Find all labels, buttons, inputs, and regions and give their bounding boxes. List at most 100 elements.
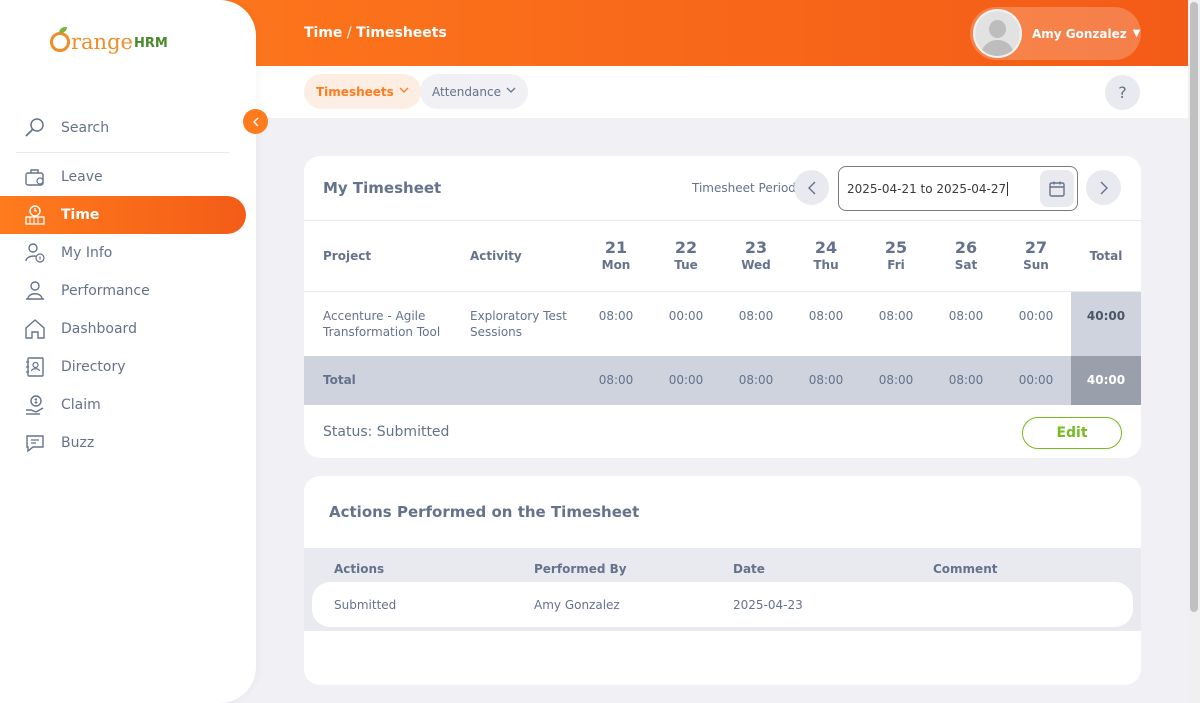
- text-cursor: [1007, 181, 1009, 196]
- sidebar-collapse-button[interactable]: [243, 109, 268, 134]
- breadcrumb: Time / Timesheets: [304, 25, 447, 41]
- column-header-day: 27 Sun: [1006, 238, 1066, 272]
- day-total-cell: 08:00: [808, 373, 844, 387]
- search-icon: [24, 117, 46, 139]
- action-cell: Submitted: [334, 598, 397, 612]
- column-header-performed-by: Performed By: [534, 562, 627, 576]
- timesheet-total-row: Total 08:00 00:00 08:00 08:00 08:00 08:0…: [304, 356, 1141, 405]
- hours-cell: 00:00: [1018, 309, 1054, 323]
- column-header-date: Date: [733, 562, 765, 576]
- grand-total-cell: 40:00: [1086, 373, 1126, 387]
- actions-title: Actions Performed on the Timesheet: [329, 503, 640, 521]
- column-header-total: Total: [1089, 249, 1123, 263]
- breadcrumb-separator: /: [342, 25, 357, 41]
- tab-timesheets-label: Timesheets: [316, 84, 394, 99]
- page-scrollbar[interactable]: [1188, 0, 1200, 703]
- sidebar-item-label: Leave: [61, 169, 103, 185]
- sidebar-item-time[interactable]: Time: [0, 196, 246, 234]
- hours-cell: 00:00: [668, 309, 704, 323]
- timesheet-period-input[interactable]: 2025-04-21 to 2025-04-27: [838, 166, 1078, 211]
- logo-orange-icon: [50, 27, 70, 52]
- edit-button[interactable]: Edit: [1022, 417, 1122, 449]
- sidebar-item-my-info[interactable]: My Info: [0, 234, 256, 272]
- day-total-cell: 00:00: [668, 373, 704, 387]
- row-total-cell-bg: [1071, 292, 1141, 356]
- tab-attendance[interactable]: Attendance: [420, 74, 528, 109]
- timesheet-status: Status: Submitted: [323, 424, 450, 440]
- column-header-day: 21 Mon: [586, 238, 646, 272]
- day-total-cell: 08:00: [738, 373, 774, 387]
- claim-icon: [24, 394, 46, 416]
- day-total-cell: 00:00: [1018, 373, 1054, 387]
- breadcrumb-module: Time: [304, 25, 343, 41]
- column-header-day: 24 Thu: [796, 238, 856, 272]
- actions-card: Actions Performed on the Timesheet Actio…: [304, 476, 1141, 685]
- column-header-day: 22 Tue: [656, 238, 716, 272]
- sidebar-item-leave[interactable]: Leave: [0, 158, 256, 196]
- sidebar-item-claim[interactable]: Claim: [0, 386, 256, 424]
- column-header-actions: Actions: [334, 562, 385, 576]
- next-period-button[interactable]: [1086, 170, 1121, 205]
- sidebar-search[interactable]: Search: [0, 106, 256, 150]
- day-name: Tue: [674, 258, 698, 272]
- project-name-line: Transformation Tool: [323, 325, 441, 339]
- time-icon: [24, 204, 46, 226]
- sidebar-item-directory[interactable]: Directory: [0, 348, 256, 386]
- project-cell: Accenture - Agile Transformation Tool: [323, 308, 440, 340]
- sidebar: range HRM Search Leave Time My Info Perf…: [0, 0, 256, 703]
- scrollbar-thumb[interactable]: [1190, 2, 1198, 612]
- day-name: Thu: [813, 258, 839, 272]
- chevron-left-icon: [252, 117, 258, 126]
- timesheet-row: Accenture - Agile Transformation Tool Ex…: [304, 292, 1141, 356]
- user-dropdown[interactable]: Amy Gonzalez ▼: [970, 7, 1141, 60]
- buzz-icon: [24, 432, 46, 454]
- sidebar-item-dashboard[interactable]: Dashboard: [0, 310, 256, 348]
- day-name: Sun: [1023, 258, 1049, 272]
- my-info-icon: [24, 242, 46, 264]
- day-number: 26: [954, 238, 978, 257]
- calendar-button[interactable]: [1040, 170, 1074, 207]
- sidebar-item-performance[interactable]: Performance: [0, 272, 256, 310]
- column-header-project: Project: [323, 249, 372, 263]
- project-name-line: Accenture - Agile: [323, 309, 426, 323]
- sidebar-item-label: My Info: [61, 245, 113, 261]
- avatar[interactable]: [973, 9, 1022, 58]
- sub-navigation: Timesheets Attendance ?: [256, 66, 1188, 118]
- day-number: 23: [744, 238, 768, 257]
- hours-cell: 08:00: [598, 309, 634, 323]
- day-number: 22: [674, 238, 698, 257]
- orangehrm-logo[interactable]: range HRM: [50, 27, 168, 54]
- tab-timesheets[interactable]: Timesheets: [304, 74, 421, 109]
- column-header-activity: Activity: [470, 249, 522, 263]
- day-total-cell: 08:00: [598, 373, 634, 387]
- day-number: 21: [604, 238, 628, 257]
- previous-period-button[interactable]: [794, 170, 829, 205]
- activity-name-line: Sessions: [470, 325, 523, 339]
- timesheet-table: Project Activity 21 Mon 22 Tue 23 Wed 24 Thu…: [304, 221, 1141, 405]
- date-cell: 2025-04-23: [733, 598, 803, 612]
- sidebar-menu: Search Leave Time My Info Performance Da…: [0, 106, 256, 462]
- column-header-day: 26 Sat: [936, 238, 996, 272]
- chevron-down-icon: [399, 87, 409, 97]
- logo-text-range: range: [71, 30, 133, 54]
- day-number: 27: [1024, 238, 1048, 257]
- chevron-down-icon: [506, 87, 516, 97]
- period-value: 2025-04-21 to 2025-04-27: [847, 181, 1007, 196]
- timesheet-card: My Timesheet Timesheet Period 2025-04-21…: [304, 156, 1141, 458]
- column-header-day: 23 Wed: [726, 238, 786, 272]
- sidebar-item-label: Time: [61, 207, 100, 223]
- table-row: Submitted Amy Gonzalez 2025-04-23: [312, 582, 1133, 627]
- row-total-cell: 40:00: [1086, 309, 1126, 323]
- help-button[interactable]: ?: [1105, 75, 1140, 110]
- help-icon: ?: [1118, 83, 1127, 102]
- hours-cell: 08:00: [878, 309, 914, 323]
- user-name: Amy Gonzalez: [1032, 26, 1127, 41]
- hours-cell: 08:00: [808, 309, 844, 323]
- sidebar-item-label: Performance: [61, 283, 150, 299]
- sidebar-item-buzz[interactable]: Buzz: [0, 424, 256, 462]
- caret-down-icon: ▼: [1132, 28, 1141, 39]
- activity-cell: Exploratory Test Sessions: [470, 308, 567, 340]
- breadcrumb-page: Timesheets: [356, 25, 447, 41]
- calendar-icon: [1049, 181, 1065, 197]
- hours-cell: 08:00: [738, 309, 774, 323]
